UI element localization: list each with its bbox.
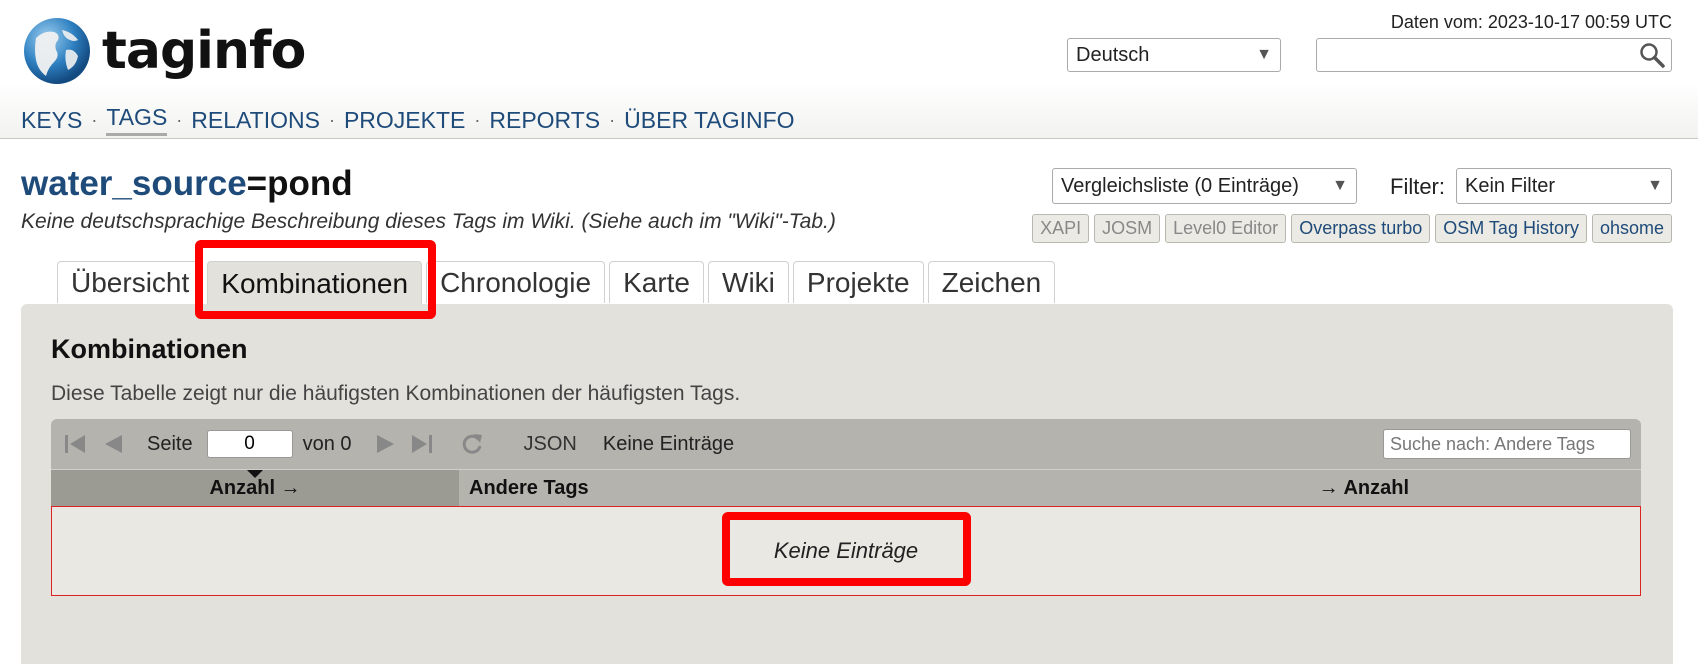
chevron-down-icon: ▼ xyxy=(1647,177,1663,194)
osm-tag-history-button[interactable]: OSM Tag History xyxy=(1435,214,1587,243)
table-header: Anzahl → Andere Tags → Anzahl xyxy=(51,469,1641,506)
panel-description: Diese Tabelle zeigt nur die häufigsten K… xyxy=(51,382,741,405)
compare-list-value: Vergleichsliste (0 Einträge) xyxy=(1061,174,1299,197)
tab-projekte[interactable]: Projekte xyxy=(792,261,924,303)
ohsome-button[interactable]: ohsome xyxy=(1591,214,1672,243)
tag-key-link[interactable]: water_source xyxy=(21,164,247,203)
compare-list-select[interactable]: Vergleichsliste (0 Einträge) ▼ xyxy=(1052,168,1357,204)
data-date: Daten vom: 2023-10-17 00:59 UTC xyxy=(1390,12,1672,32)
reload-icon[interactable] xyxy=(460,432,484,456)
page-header: taginfo Daten vom: 2023-10-17 00:59 UTC … xyxy=(0,0,1698,139)
table-toolbar: Seite von 0 JSON Keine Einträge xyxy=(51,419,1641,469)
globe-icon xyxy=(24,18,90,84)
last-page-icon[interactable] xyxy=(410,432,434,456)
tag-value: pond xyxy=(267,164,353,203)
josm-button[interactable]: JOSM xyxy=(1094,214,1161,243)
sort-indicator-icon xyxy=(247,470,263,478)
column-header-count-label: Anzahl → xyxy=(209,476,301,499)
nav-ueber-taginfo[interactable]: ÜBER TAGINFO xyxy=(624,107,794,134)
nav-projekte[interactable]: PROJEKTE xyxy=(344,107,465,134)
page-number-input[interactable] xyxy=(206,430,293,458)
table-search-input[interactable] xyxy=(1383,429,1631,459)
page-count: von 0 xyxy=(302,432,352,455)
chevron-down-icon: ▼ xyxy=(1256,46,1272,63)
table-body: Keine Einträge xyxy=(51,506,1641,596)
column-header-count-right[interactable]: → Anzahl xyxy=(1319,477,1409,500)
xapi-button[interactable]: XAPI xyxy=(1032,214,1090,243)
column-header-count[interactable]: Anzahl → xyxy=(51,470,459,506)
tab-wiki[interactable]: Wiki xyxy=(708,261,789,303)
entries-status: Keine Einträge xyxy=(602,432,735,455)
filter-value: Kein Filter xyxy=(1465,174,1556,197)
column-header-other-tags-label: Andere Tags xyxy=(469,476,589,499)
tag-equals: = xyxy=(246,164,268,203)
nav-relations[interactable]: RELATIONS xyxy=(191,107,320,134)
filter-select[interactable]: Kein Filter ▼ xyxy=(1456,168,1672,204)
tag-description: Keine deutschsprachige Beschreibung dies… xyxy=(21,210,836,233)
search-icon[interactable] xyxy=(1639,42,1665,68)
search-box[interactable] xyxy=(1316,38,1672,72)
tab-uebersicht[interactable]: Übersicht xyxy=(57,261,204,303)
empty-table-message: Keine Einträge xyxy=(773,538,919,563)
search-input[interactable] xyxy=(1323,39,1637,71)
next-page-icon[interactable] xyxy=(374,432,398,456)
level0-editor-button[interactable]: Level0 Editor xyxy=(1165,214,1287,243)
page-label: Seite xyxy=(147,432,193,455)
combinations-table: Seite von 0 JSON Keine Einträge Anzahl → xyxy=(51,419,1641,596)
taginfo-logo[interactable]: taginfo xyxy=(22,16,306,86)
nav-tags[interactable]: TAGS xyxy=(106,104,168,136)
tab-zeichen[interactable]: Zeichen xyxy=(927,261,1056,303)
nav-reports[interactable]: REPORTS xyxy=(489,107,600,134)
column-header-other-tags[interactable]: Andere Tags → Anzahl xyxy=(459,470,1641,506)
page-title: water_source=pond xyxy=(21,164,353,204)
chevron-down-icon: ▼ xyxy=(1332,177,1348,194)
filter-label: Filter: xyxy=(1390,174,1445,199)
tab-kombinationen[interactable]: Kombinationen xyxy=(207,261,423,306)
first-page-icon[interactable] xyxy=(63,432,87,456)
tab-bar: Übersicht Kombinationen Chronologie Kart… xyxy=(57,261,1056,306)
tab-chronologie[interactable]: Chronologie xyxy=(426,261,606,303)
combinations-panel: Kombinationen Diese Tabelle zeigt nur di… xyxy=(21,304,1673,664)
overpass-turbo-button[interactable]: Overpass turbo xyxy=(1291,214,1431,243)
tab-karte[interactable]: Karte xyxy=(609,261,705,303)
main-nav: KEYS · TAGS · RELATIONS · PROJEKTE · REP… xyxy=(21,104,795,136)
json-link[interactable]: JSON xyxy=(524,433,577,456)
external-tools: XAPI JOSM Level0 Editor Overpass turbo O… xyxy=(1032,214,1672,243)
language-value: Deutsch xyxy=(1076,43,1150,66)
panel-title: Kombinationen xyxy=(51,334,248,364)
previous-page-icon[interactable] xyxy=(101,432,125,456)
nav-keys[interactable]: KEYS xyxy=(21,107,82,134)
language-select[interactable]: Deutsch ▼ xyxy=(1067,38,1281,72)
logo-text: taginfo xyxy=(102,21,306,81)
